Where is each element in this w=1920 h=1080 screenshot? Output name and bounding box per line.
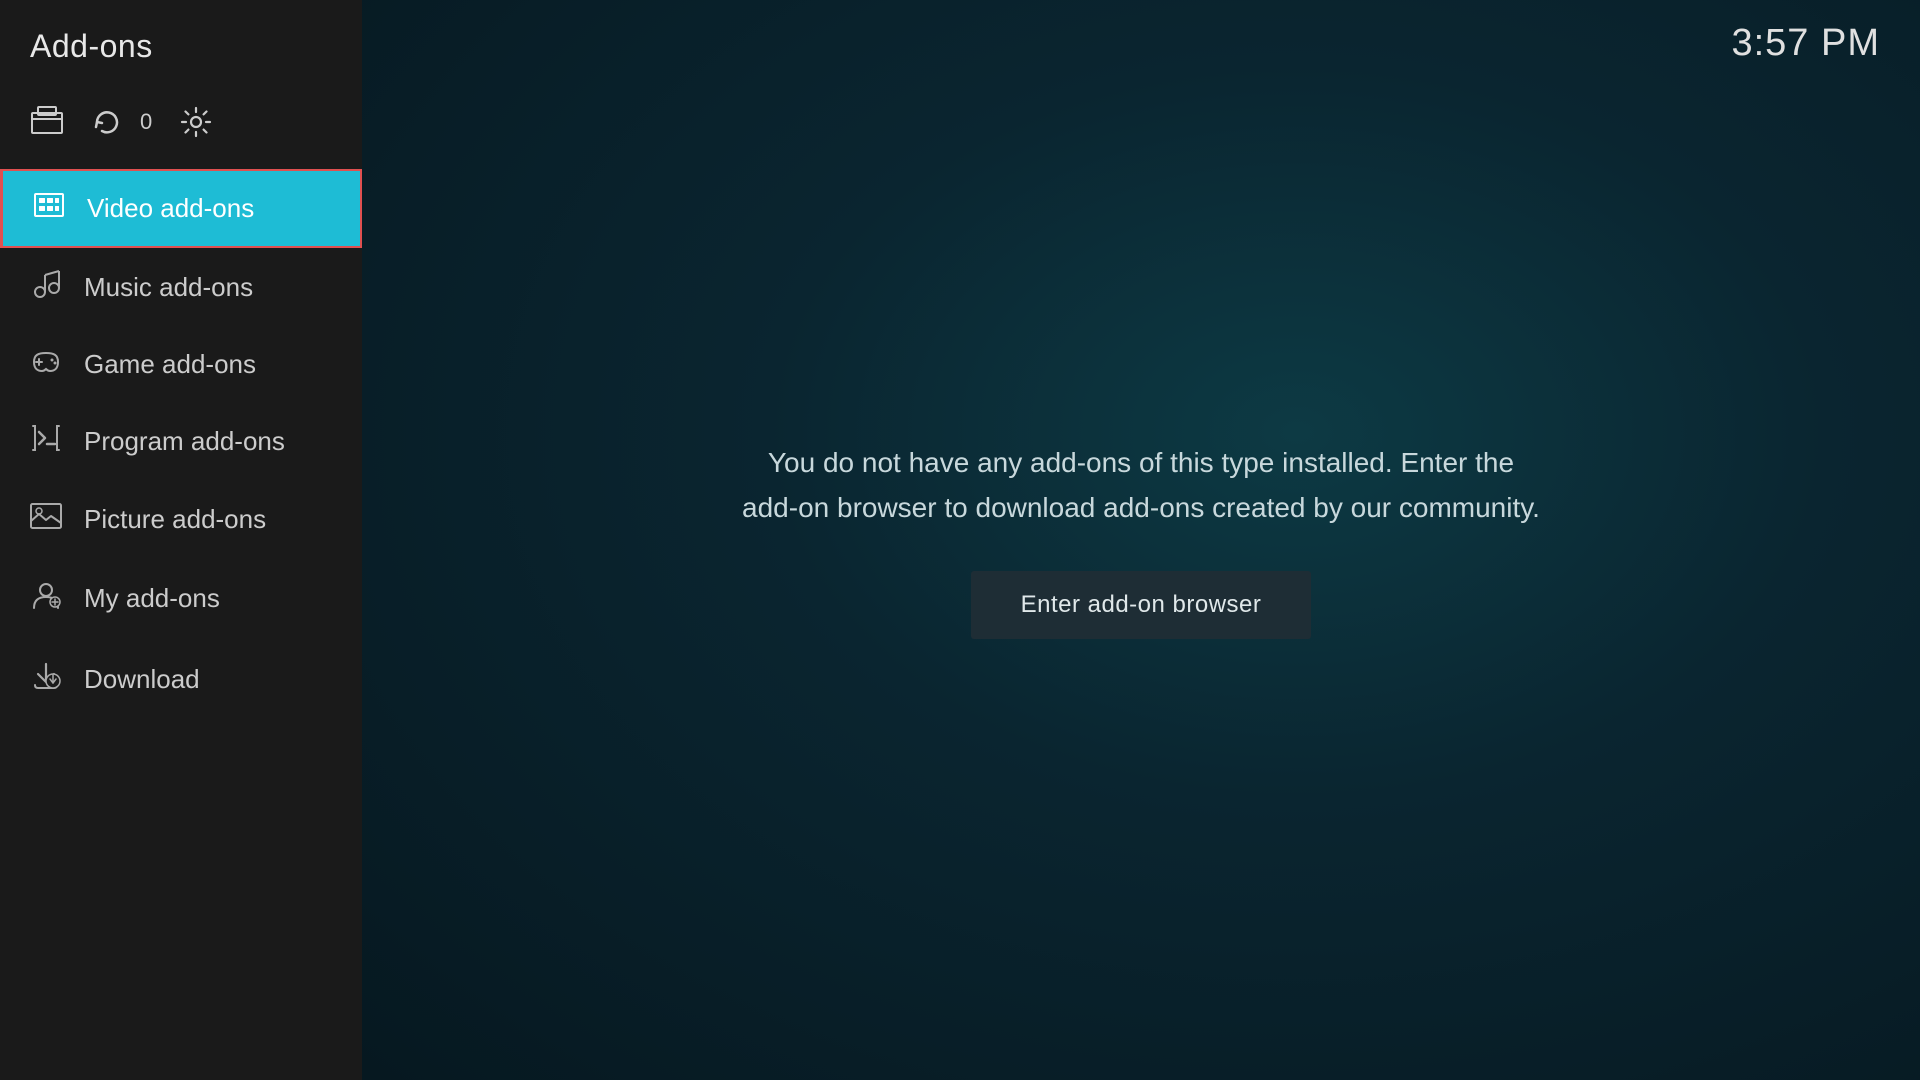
sidebar-item-music-addons[interactable]: Music add-ons bbox=[0, 248, 362, 327]
time-display: 3:57 PM bbox=[1731, 22, 1880, 65]
video-icon bbox=[33, 193, 65, 224]
sidebar-item-label: Program add-ons bbox=[84, 426, 285, 457]
toolbar: 0 bbox=[0, 85, 362, 169]
sidebar-item-picture-addons[interactable]: Picture add-ons bbox=[0, 481, 362, 558]
sidebar-item-label: Picture add-ons bbox=[84, 504, 266, 535]
sidebar-item-my-addons[interactable]: My add-ons bbox=[0, 558, 362, 639]
download-icon bbox=[30, 661, 62, 698]
my-addons-icon bbox=[30, 580, 62, 617]
picture-icon bbox=[30, 503, 62, 536]
main-content: You do not have any add-ons of this type… bbox=[362, 0, 1920, 1080]
refresh-icon[interactable] bbox=[92, 107, 122, 137]
settings-icon[interactable] bbox=[180, 106, 212, 138]
sidebar: Add-ons 0 bbox=[0, 0, 362, 1080]
sidebar-item-game-addons[interactable]: Game add-ons bbox=[0, 327, 362, 402]
sidebar-item-label: Video add-ons bbox=[87, 193, 254, 224]
sidebar-header: Add-ons bbox=[0, 0, 362, 85]
music-icon bbox=[30, 270, 62, 305]
addons-icon[interactable] bbox=[30, 105, 64, 139]
sidebar-item-label: Game add-ons bbox=[84, 349, 256, 380]
sidebar-item-label: My add-ons bbox=[84, 583, 220, 614]
app-title: Add-ons bbox=[30, 28, 153, 65]
empty-message: You do not have any add-ons of this type… bbox=[741, 441, 1541, 531]
sidebar-item-video-addons[interactable]: Video add-ons bbox=[0, 169, 362, 248]
sidebar-item-label: Download bbox=[84, 664, 200, 695]
sidebar-item-label: Music add-ons bbox=[84, 272, 253, 303]
program-icon bbox=[30, 424, 62, 459]
sidebar-item-program-addons[interactable]: Program add-ons bbox=[0, 402, 362, 481]
update-count: 0 bbox=[140, 109, 152, 135]
gamepad-icon bbox=[30, 349, 62, 380]
sidebar-item-download[interactable]: Download bbox=[0, 639, 362, 720]
enter-browser-button[interactable]: Enter add-on browser bbox=[971, 571, 1312, 639]
